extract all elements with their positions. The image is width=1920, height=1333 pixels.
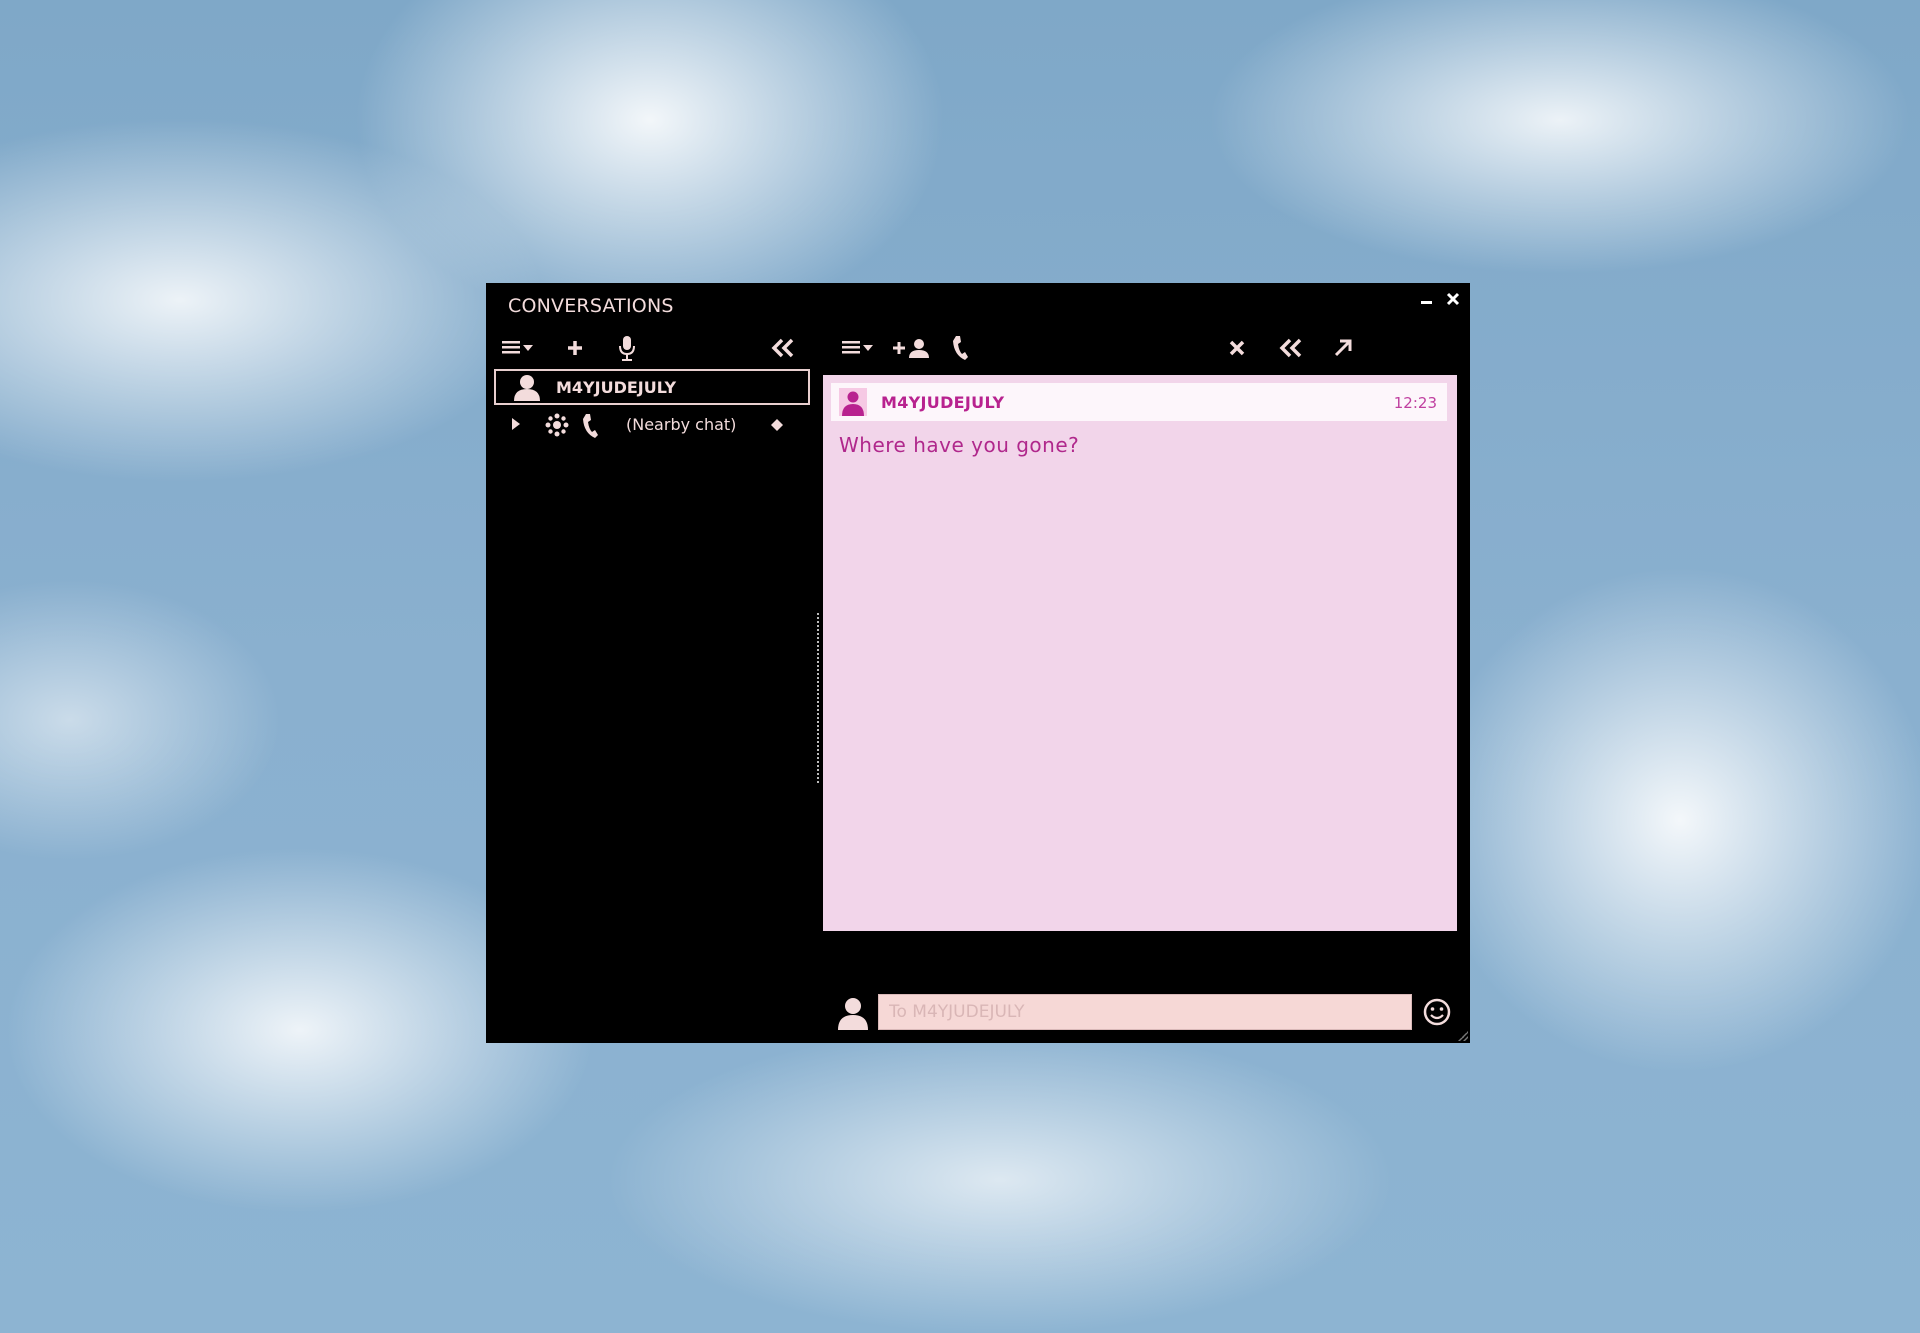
conversation-name: M4YJUDEJULY [556, 377, 677, 397]
conversations-window: CONVERSATIONS M4YJUDEJULY (Nearby chat) … [486, 283, 1470, 1043]
add-people-icon[interactable] [890, 333, 934, 363]
nearby-chat-item[interactable]: (Nearby chat) [494, 405, 810, 445]
message-header: M4YJUDEJULY 12:23 [831, 383, 1447, 421]
chat-history[interactable]: M4YJUDEJULY 12:23 Where have you gone? [823, 375, 1457, 931]
sender-avatar-icon[interactable] [839, 388, 867, 416]
microphone-icon[interactable] [612, 333, 642, 363]
nearby-chat-label: (Nearby chat) [626, 415, 737, 434]
resize-grip[interactable] [1458, 1031, 1468, 1041]
message-text: Where have you gone? [839, 433, 1080, 457]
conversation-toolbar [838, 329, 1456, 369]
nearby-voice-icon [544, 412, 570, 438]
conversation-item-m4yjudejuly[interactable]: M4YJUDEJULY [494, 369, 810, 405]
tear-off-icon[interactable] [1328, 333, 1358, 363]
phone-icon[interactable] [944, 333, 974, 363]
conversation-list-toolbar [498, 329, 808, 369]
message-timestamp: 12:23 [1393, 394, 1437, 412]
phone-icon[interactable] [578, 411, 600, 441]
expand-arrow-icon[interactable] [510, 416, 522, 432]
menu-dropdown-icon[interactable] [838, 333, 878, 363]
avatar-icon[interactable] [836, 996, 870, 1030]
conversation-list: M4YJUDEJULY (Nearby chat) [494, 369, 810, 445]
avatar-icon [512, 373, 542, 401]
title-bar[interactable]: CONVERSATIONS [486, 283, 1470, 327]
chat-input-row [830, 988, 1460, 1034]
close-conversation-icon[interactable] [1222, 333, 1252, 363]
chat-input[interactable] [878, 994, 1412, 1030]
diamond-icon [770, 418, 784, 432]
message-sender[interactable]: M4YJUDEJULY [881, 393, 1004, 412]
collapse-double-chevron-icon[interactable] [1274, 333, 1308, 363]
menu-dropdown-icon[interactable] [498, 333, 538, 363]
smiley-icon[interactable] [1422, 997, 1452, 1027]
collapse-double-chevron-icon[interactable] [766, 333, 800, 363]
close-icon[interactable] [1446, 289, 1460, 309]
window-title: CONVERSATIONS [508, 295, 674, 317]
minimize-icon[interactable] [1420, 287, 1434, 307]
add-icon[interactable] [560, 333, 590, 363]
